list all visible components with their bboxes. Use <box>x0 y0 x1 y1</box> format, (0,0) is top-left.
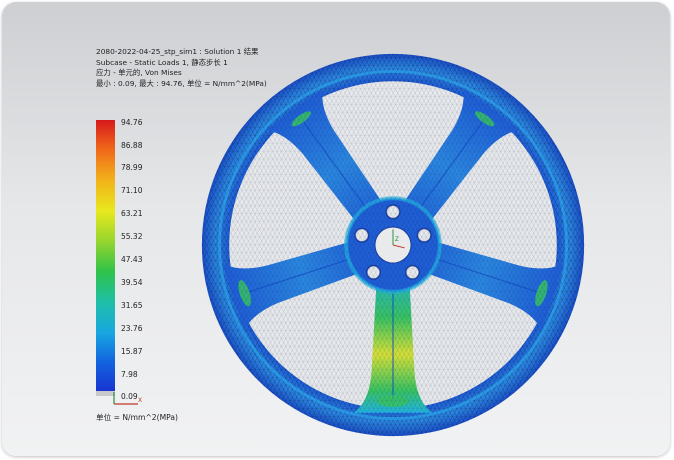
wheel-stress-plot: Z <box>201 53 585 437</box>
legend-unit-label: 单位 = N/mm^2(MPa) <box>96 413 178 422</box>
legend-tick-label: 94.76 <box>121 118 143 127</box>
axis-marker-label: Z <box>395 237 399 243</box>
legend-tick-label: 63.21 <box>121 209 143 218</box>
legend-tick-label: 78.99 <box>121 163 143 172</box>
legend-tick-label: 15.87 <box>121 347 143 356</box>
color-legend: 94.76 86.88 78.99 71.10 63.21 55.32 47.4… <box>96 118 156 420</box>
viewport[interactable]: 2080-2022-04-25_stp_sim1 : Solution 1 结果… <box>2 2 670 456</box>
legend-tick-label: 71.10 <box>121 186 143 195</box>
legend-tick-label: 86.88 <box>121 141 143 150</box>
legend-tick-label: 23.76 <box>121 324 143 333</box>
legend-tick-label: 47.43 <box>121 255 143 264</box>
legend-color-bar <box>96 120 115 396</box>
wheel-model[interactable]: Z <box>198 50 588 440</box>
coordinate-triad: X <box>112 390 142 410</box>
legend-tick-label: 39.54 <box>121 278 143 287</box>
legend-tick-label: 31.65 <box>121 301 143 310</box>
legend-tick-label: 7.98 <box>121 370 138 379</box>
legend-tick-label: 55.32 <box>121 232 143 241</box>
triad-x-label: X <box>138 397 143 404</box>
